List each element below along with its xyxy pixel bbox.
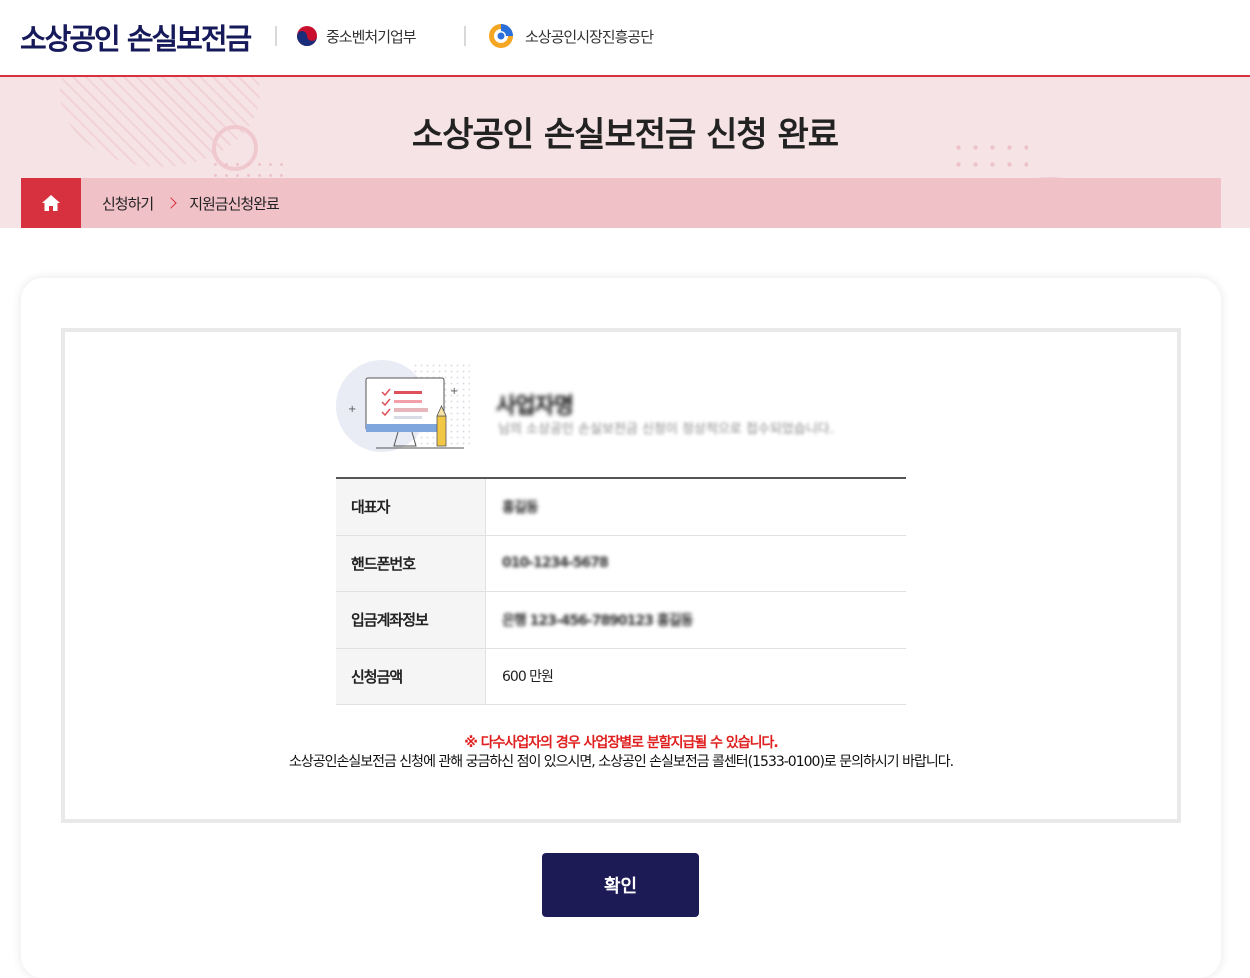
home-icon [42, 195, 60, 211]
table-row: 입금계좌정보 은행 123-456-7890123 홍길동 [336, 592, 906, 649]
row-label: 신청금액 [336, 648, 486, 704]
agency-logo[interactable]: 소상공인시장진흥공단 [487, 22, 654, 50]
phone-value: 010-1234-5678 [486, 536, 906, 592]
page-banner: 소상공인 손실보전금 신청 완료 신청하기 지원금신청완료 [0, 77, 1250, 228]
account-value: 은행 123-456-7890123 홍길동 [486, 592, 906, 648]
amount-value: 600 만원 [502, 669, 554, 686]
ministry-logo[interactable]: 중소벤처기업부 [296, 22, 417, 50]
agency-name: 소상공인시장진흥공단 [525, 27, 654, 46]
confirm-button[interactable]: 확인 [542, 853, 699, 917]
redacted-value: 010-1234-5678 [502, 555, 609, 572]
breadcrumb-item-complete[interactable]: 지원금신청완료 [189, 193, 280, 214]
table-row: 대표자 홍길동 [336, 479, 906, 536]
row-label: 대표자 [336, 479, 486, 535]
monitor-checklist-icon: + + [336, 360, 470, 452]
header-divider [275, 26, 277, 46]
site-title[interactable]: 소상공인 손실보전금 [20, 16, 252, 58]
split-payment-notice: ※ 다수사업자의 경우 사업장별로 분할지급될 수 있습니다. [464, 735, 778, 751]
row-label: 입금계좌정보 [336, 592, 486, 648]
representative-value: 홍길동 [486, 479, 906, 535]
chevron-right-icon [165, 197, 177, 209]
callcenter-notice: 소상공인손실보전금 신청에 관해 궁금하신 점이 있으시면, 소상공인 손실보전… [288, 754, 954, 770]
breadcrumb: 신청하기 지원금신청완료 [21, 178, 1221, 228]
table-row: 핸드폰번호 010-1234-5678 [336, 535, 906, 592]
agency-emblem-icon [489, 24, 513, 48]
svg-text:+: + [450, 386, 458, 397]
redacted-value: 은행 123-456-7890123 홍길동 [502, 612, 693, 629]
header-divider [464, 26, 466, 46]
svg-text:+: + [348, 404, 356, 415]
table-row: 신청금액 600 만원 [336, 648, 906, 705]
row-label: 핸드폰번호 [336, 535, 486, 591]
taegeuk-icon [297, 26, 317, 46]
decoration [210, 159, 288, 179]
site-header: 소상공인 손실보전금 중소벤처기업부 소상공인시장진흥공단 [0, 0, 1250, 77]
business-name-redacted: 사업자명 [496, 394, 574, 419]
breadcrumb-item-apply[interactable]: 신청하기 [102, 193, 154, 214]
redacted-value: 홍길동 [502, 499, 539, 516]
ministry-name: 중소벤처기업부 [326, 27, 417, 46]
application-info-table: 대표자 홍길동 핸드폰번호 010-1234-5678 입금계좌정보 은행 12… [336, 477, 906, 705]
home-button[interactable] [21, 178, 81, 228]
completion-message-redacted: 님의 소상공인 손실보전금 신청이 정상적으로 접수되었습니다. [498, 422, 834, 437]
page-title: 소상공인 손실보전금 신청 완료 [411, 115, 839, 155]
